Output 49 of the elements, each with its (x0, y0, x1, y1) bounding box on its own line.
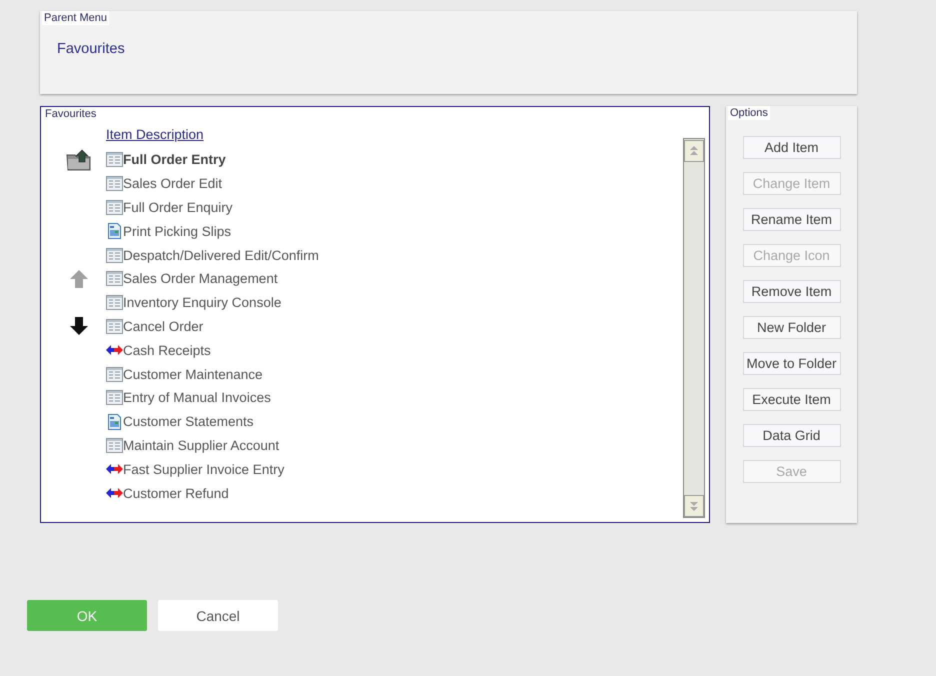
form-icon (106, 438, 123, 453)
form-icon (106, 152, 123, 168)
panel-legend: Options (728, 106, 770, 120)
list-item[interactable]: Customer Refund (123, 486, 229, 501)
report-icon (108, 414, 121, 430)
list-item[interactable]: Full Order Entry (123, 152, 226, 168)
option-button[interactable]: Move to Folder (742, 352, 840, 375)
form-icon (106, 390, 123, 406)
list-item[interactable]: Sales Order Edit (123, 176, 222, 192)
option-button[interactable]: New Folder (742, 316, 840, 339)
double-down-arrow-icon (690, 501, 698, 511)
transfer-arrows-icon (106, 464, 123, 474)
transfer-arrows-icon (106, 345, 123, 356)
form-icon (106, 176, 123, 192)
form-icon (106, 318, 123, 334)
list-item[interactable]: Fast Supplier Invoice Entry (123, 462, 284, 477)
scroll-down-button[interactable] (684, 495, 704, 517)
list-item[interactable]: Despatch/Delivered Edit/Confirm (123, 248, 319, 263)
parent-menu-value: Favourites (57, 41, 125, 57)
list-item[interactable]: Cancel Order (123, 318, 204, 334)
form-icon (106, 366, 123, 382)
report-icon (108, 223, 121, 240)
transfer-arrows-icon (106, 488, 123, 498)
list-item[interactable]: Sales Order Management (123, 271, 278, 286)
down-arrow-icon[interactable] (69, 316, 89, 336)
list-item[interactable]: Full Order Enquiry (123, 200, 233, 215)
option-button[interactable]: Execute Item (742, 388, 840, 411)
list-item[interactable]: Inventory Enquiry Console (123, 295, 282, 310)
form-icon (106, 248, 123, 263)
list-item[interactable]: Cash Receipts (123, 342, 211, 358)
form-icon (106, 295, 123, 310)
panel-legend: Parent Menu (42, 11, 109, 25)
form-icon (106, 200, 123, 215)
scroll-up-button[interactable] (684, 140, 704, 162)
cancel-button[interactable]: Cancel (158, 600, 278, 631)
option-button[interactable]: Data Grid (742, 424, 840, 447)
list-item[interactable]: Entry of Manual Invoices (123, 390, 271, 406)
column-header[interactable]: Item Description (106, 126, 204, 144)
scrollbar[interactable] (683, 138, 705, 518)
option-button[interactable]: Remove Item (742, 280, 840, 303)
list-item[interactable]: Customer Statements (123, 414, 254, 430)
option-button[interactable]: Rename Item (742, 208, 840, 231)
list-item[interactable]: Print Picking Slips (123, 224, 232, 239)
option-button[interactable]: Add Item (742, 136, 840, 159)
form-icon (106, 271, 123, 286)
folder-up-icon[interactable] (66, 148, 92, 171)
list-item[interactable]: Maintain Supplier Account (123, 438, 280, 453)
list-item[interactable]: Customer Maintenance (123, 366, 263, 382)
double-up-arrow-icon (690, 146, 698, 156)
